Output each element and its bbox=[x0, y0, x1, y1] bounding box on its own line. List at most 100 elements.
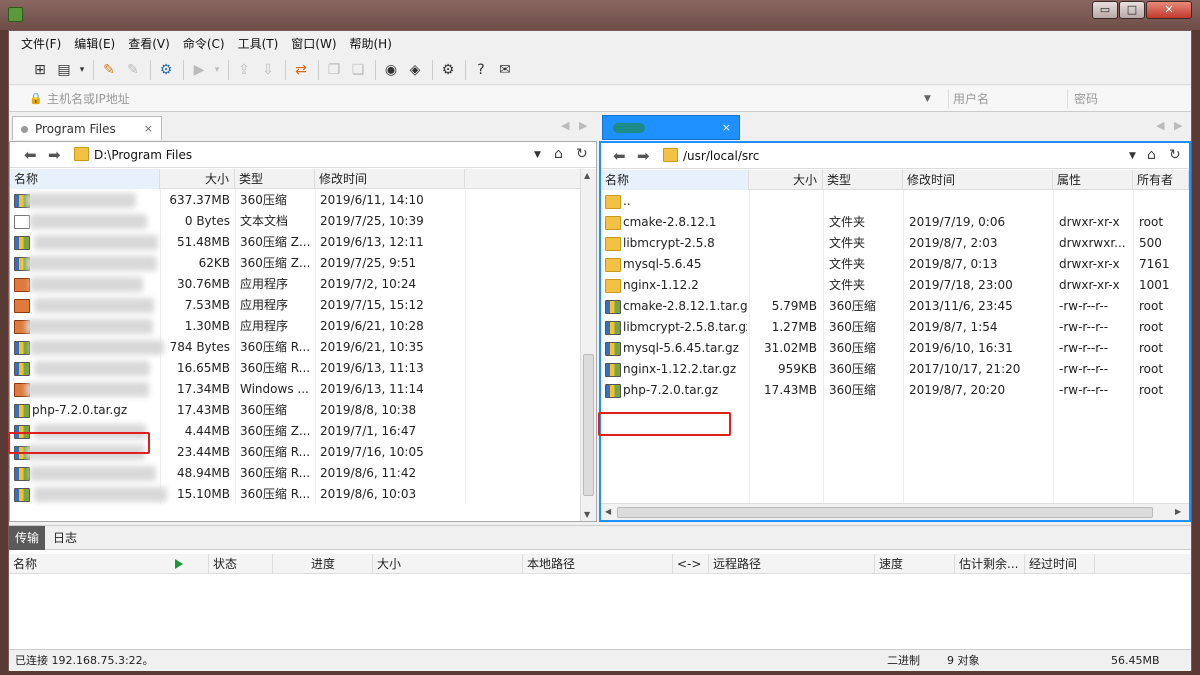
disconnect-icon[interactable]: ✎ bbox=[122, 59, 144, 81]
col-elapsed[interactable]: 经过时间 bbox=[1025, 554, 1095, 574]
col-size[interactable]: 大小 bbox=[160, 169, 235, 189]
open-folder-icon[interactable]: ▤ bbox=[53, 59, 75, 81]
table-row[interactable]: mysql-5.6.45 文件夹 2019/8/7, 0:13 drwxr-xr-x 7… bbox=[601, 254, 1189, 275]
col-mtime[interactable]: 修改时间 bbox=[315, 169, 465, 189]
table-row[interactable]: 16.65MB 360压缩 R... 2019/6/13, 11:13 bbox=[10, 358, 596, 379]
parent-folder-icon[interactable]: ⌂ bbox=[554, 146, 563, 162]
table-row[interactable]: 637.37MB 360压缩 2019/6/11, 14:10 bbox=[10, 190, 596, 211]
back-icon[interactable]: ⬅ bbox=[613, 147, 626, 165]
refresh-icon[interactable]: ↻ bbox=[1169, 147, 1181, 163]
col-type[interactable]: 类型 bbox=[235, 169, 315, 189]
xshell-icon[interactable]: ◉ bbox=[380, 59, 402, 81]
close-icon[interactable]: × bbox=[144, 117, 153, 141]
forward-icon[interactable]: ➡ bbox=[637, 147, 650, 165]
tab-next-icon[interactable]: ▶ bbox=[1174, 119, 1182, 132]
tab-prev-icon[interactable]: ◀ bbox=[561, 119, 569, 132]
col-progress[interactable]: 进度 bbox=[307, 554, 373, 574]
username-input[interactable]: 用户名 bbox=[948, 89, 1068, 109]
col-name[interactable]: 名称 bbox=[10, 169, 160, 189]
menu-tools[interactable]: 工具(T) bbox=[238, 35, 279, 52]
col-type[interactable]: 类型 bbox=[823, 170, 903, 190]
chevron-down-icon[interactable]: ▾ bbox=[77, 59, 87, 81]
scroll-thumb[interactable] bbox=[583, 354, 594, 496]
scroll-up-icon[interactable]: ▲ bbox=[584, 171, 590, 180]
menu-help[interactable]: 帮助(H) bbox=[350, 35, 392, 52]
download-icon[interactable]: ⇩ bbox=[257, 59, 279, 81]
parent-folder-icon[interactable]: ⌂ bbox=[1147, 147, 1156, 163]
col-size[interactable]: 大小 bbox=[749, 170, 823, 190]
close-button[interactable]: ✕ bbox=[1146, 1, 1192, 19]
help-icon[interactable]: ? bbox=[470, 59, 492, 81]
table-row[interactable]: nginx-1.12.2.tar.gz 959KB 360压缩 2017/10/17,… bbox=[601, 359, 1189, 380]
table-row[interactable]: 51.48MB 360压缩 Z... 2019/6/13, 12:11 bbox=[10, 232, 596, 253]
chevron-down-icon[interactable]: ▼ bbox=[534, 142, 541, 168]
chevron-down-icon[interactable]: ▾ bbox=[212, 59, 222, 81]
minimize-button[interactable]: ▭ bbox=[1092, 1, 1118, 19]
copy-icon[interactable]: ❐ bbox=[323, 59, 345, 81]
remote-path[interactable]: /usr/local/src bbox=[683, 143, 759, 169]
back-icon[interactable]: ⬅ bbox=[24, 146, 37, 164]
tab-remote-session[interactable]: × bbox=[602, 115, 740, 140]
scroll-down-icon[interactable]: ▼ bbox=[584, 510, 590, 519]
message-icon[interactable]: ✉ bbox=[494, 59, 516, 81]
col-eta[interactable]: 估计剩余... bbox=[955, 554, 1025, 574]
table-row[interactable]: nginx-1.12.2 文件夹 2019/7/18, 23:00 drwxr-xr-… bbox=[601, 275, 1189, 296]
chevron-down-icon[interactable]: ▼ bbox=[924, 89, 931, 109]
remote-horizontal-scrollbar[interactable]: ◀ ▶ bbox=[601, 503, 1189, 520]
tab-next-icon[interactable]: ▶ bbox=[579, 119, 587, 132]
menu-view[interactable]: 查看(V) bbox=[128, 35, 170, 52]
col-size[interactable]: 大小 bbox=[373, 554, 523, 574]
forward-icon[interactable]: ➡ bbox=[48, 146, 61, 164]
table-row[interactable]: 30.76MB 应用程序 2019/7/2, 10:24 bbox=[10, 274, 596, 295]
local-path[interactable]: D:\Program Files bbox=[94, 142, 192, 168]
table-row[interactable]: 62KB 360压缩 Z... 2019/7/25, 9:51 bbox=[10, 253, 596, 274]
properties-icon[interactable]: ⚙ bbox=[155, 59, 177, 81]
new-session-icon[interactable]: ⊞ bbox=[29, 59, 51, 81]
table-row[interactable]: mysql-5.6.45.tar.gz 31.02MB 360压缩 2019/6/10… bbox=[601, 338, 1189, 359]
col-local-path[interactable]: 本地路径 bbox=[523, 554, 673, 574]
col-mtime[interactable]: 修改时间 bbox=[903, 170, 1053, 190]
paste-icon[interactable]: ❏ bbox=[347, 59, 369, 81]
table-row[interactable]: php-7.2.0.tar.gz 17.43MB 360压缩 2019/8/8, 10… bbox=[10, 400, 596, 421]
scroll-thumb[interactable] bbox=[617, 507, 1153, 518]
menu-window[interactable]: 窗口(W) bbox=[291, 35, 336, 52]
tab-transfer[interactable]: 传输 bbox=[9, 526, 46, 550]
table-row[interactable]: cmake-2.8.12.1.tar.gz 5.79MB 360压缩 2013/11/… bbox=[601, 296, 1189, 317]
refresh-icon[interactable]: ↻ bbox=[576, 146, 588, 162]
table-row[interactable]: 0 Bytes 文本文档 2019/7/25, 10:39 bbox=[10, 211, 596, 232]
col-remote-path[interactable]: 远程路径 bbox=[709, 554, 875, 574]
host-input[interactable]: 🔒 主机名或IP地址 bbox=[29, 89, 947, 109]
menu-edit[interactable]: 编辑(E) bbox=[74, 35, 115, 52]
chevron-down-icon[interactable]: ▼ bbox=[1129, 143, 1136, 169]
col-attr[interactable]: 属性 bbox=[1053, 170, 1133, 190]
local-vertical-scrollbar[interactable]: ▲ ▼ bbox=[580, 169, 596, 521]
upload-icon[interactable]: ⇪ bbox=[233, 59, 255, 81]
table-row[interactable]: 17.34MB Windows ... 2019/6/13, 11:14 bbox=[10, 379, 596, 400]
col-owner[interactable]: 所有者 bbox=[1133, 170, 1189, 190]
table-row[interactable]: .. bbox=[601, 191, 1189, 212]
gear-icon[interactable]: ⚙ bbox=[437, 59, 459, 81]
table-row[interactable]: 1.30MB 应用程序 2019/6/21, 10:28 bbox=[10, 316, 596, 337]
password-input[interactable]: 密码 bbox=[1067, 89, 1191, 109]
scroll-right-icon[interactable]: ▶ bbox=[1175, 507, 1181, 516]
tab-log[interactable]: 日志 bbox=[47, 526, 83, 550]
table-row[interactable]: 48.94MB 360压缩 R... 2019/8/6, 11:42 bbox=[10, 463, 596, 484]
xftp-icon[interactable]: ◈ bbox=[404, 59, 426, 81]
scroll-left-icon[interactable]: ◀ bbox=[605, 507, 611, 516]
col-speed[interactable]: 速度 bbox=[875, 554, 955, 574]
table-row[interactable]: libmcrypt-2.5.8.tar.gz 1.27MB 360压缩 2019/8/… bbox=[601, 317, 1189, 338]
menu-command[interactable]: 命令(C) bbox=[183, 35, 225, 52]
tab-prev-icon[interactable]: ◀ bbox=[1156, 119, 1164, 132]
connect-icon[interactable]: ✎ bbox=[98, 59, 120, 81]
tab-program-files[interactable]: Program Files × bbox=[12, 116, 162, 140]
sync-icon[interactable]: ⇄ bbox=[290, 59, 312, 81]
play-icon[interactable]: ▶ bbox=[188, 59, 210, 81]
menu-file[interactable]: 文件(F) bbox=[21, 35, 61, 52]
table-row[interactable]: 15.10MB 360压缩 R... 2019/8/6, 10:03 bbox=[10, 484, 596, 505]
table-row[interactable]: 7.53MB 应用程序 2019/7/15, 15:12 bbox=[10, 295, 596, 316]
maximize-button[interactable]: □ bbox=[1119, 1, 1145, 19]
table-row[interactable]: php-7.2.0.tar.gz 17.43MB 360压缩 2019/8/7, 20… bbox=[601, 380, 1189, 401]
col-name[interactable]: 名称 bbox=[601, 170, 749, 190]
close-icon[interactable]: × bbox=[722, 116, 731, 140]
table-row[interactable]: cmake-2.8.12.1 文件夹 2019/7/19, 0:06 drwxr-xr… bbox=[601, 212, 1189, 233]
